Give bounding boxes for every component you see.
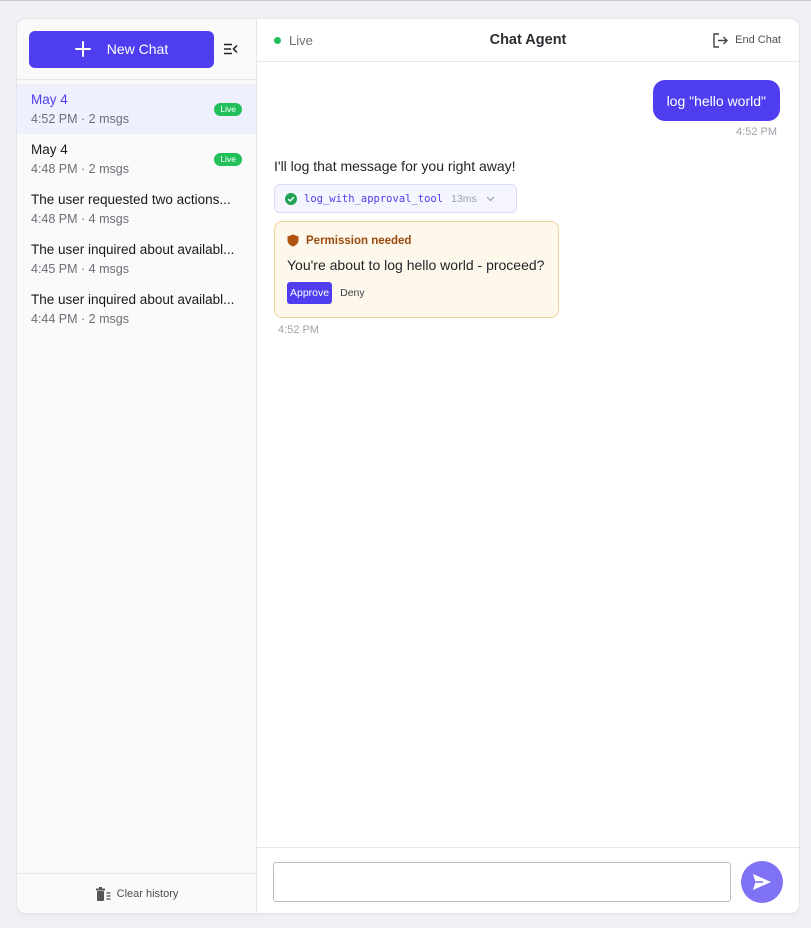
chat-main: Live Chat Agent End Chat log "hello worl… [257,19,799,913]
new-chat-label: New Chat [106,41,169,57]
composer [257,847,799,913]
approve-button[interactable]: Approve [287,282,333,304]
message-timestamp: 4:52 PM [736,126,777,138]
plus-icon [74,41,91,57]
user-message: log "hello world" [652,80,780,121]
session-item[interactable]: The user inquired about availabl... 4:44… [17,284,256,334]
shield-icon [287,234,299,247]
check-circle-icon [285,192,297,205]
chevron-down-icon [486,196,495,201]
agent-message: I'll log that message for you right away… [274,158,516,174]
session-title: May 4 [31,142,68,157]
tool-call-chip[interactable]: log_with_approval_tool 13ms [274,184,517,213]
message-input[interactable] [273,862,731,902]
tool-name: log_with_approval_tool [304,192,444,205]
clear-history-label: Clear history [116,887,179,900]
session-list: May 4 4:52 PM · 2 msgs Live May 4 4:48 P… [17,80,256,873]
session-meta: 4:52 PM · 2 msgs [31,112,129,126]
message-list: log "hello world" 4:52 PM I'll log that … [257,62,799,847]
message-timestamp: 4:52 PM [278,324,319,336]
end-chat-button[interactable]: End Chat [712,32,781,48]
permission-heading-row: Permission needed [287,234,546,247]
live-badge: Live [214,153,242,166]
send-icon [753,874,771,890]
status-label: Live [289,32,313,48]
exit-icon [713,32,729,48]
collapse-sidebar-icon[interactable] [223,41,239,57]
status-dot-icon [274,36,281,44]
window-top-border [0,0,811,1]
new-chat-button[interactable]: New Chat [29,30,214,68]
send-button[interactable] [741,861,783,903]
chat-app: New Chat May 4 4:52 PM · 2 msgs Live May… [16,18,800,914]
deny-button[interactable]: Deny [340,287,365,299]
live-badge: Live [214,103,242,116]
session-meta: 4:48 PM · 2 msgs [31,162,129,176]
session-item[interactable]: May 4 4:48 PM · 2 msgs Live [17,134,256,184]
permission-actions: Approve Deny [287,282,546,304]
session-meta: 4:45 PM · 4 msgs [31,262,129,276]
clear-history-button[interactable]: Clear history [17,873,256,913]
session-meta: 4:48 PM · 4 msgs [31,212,129,226]
connection-status: Live [274,33,313,48]
session-title: May 4 [31,92,68,107]
session-item[interactable]: May 4 4:52 PM · 2 msgs Live [17,84,256,134]
session-item[interactable]: The user inquired about availabl... 4:45… [17,234,256,284]
sidebar: New Chat May 4 4:52 PM · 2 msgs Live May… [17,19,257,913]
permission-card: Permission needed You're about to log he… [274,221,559,318]
permission-heading: Permission needed [306,234,412,247]
chat-header: Live Chat Agent End Chat [257,19,799,62]
permission-message: You're about to log hello world - procee… [287,257,545,273]
session-title: The user inquired about availabl... [31,292,235,307]
session-title: The user inquired about availabl... [31,242,235,257]
session-meta: 4:44 PM · 2 msgs [31,312,129,326]
trash-icon [95,886,111,901]
session-item[interactable]: The user requested two actions... 4:48 P… [17,184,256,234]
sidebar-header: New Chat [17,19,256,80]
session-title: The user requested two actions... [31,192,231,207]
tool-duration: 13ms [451,192,477,205]
end-chat-label: End Chat [735,34,781,46]
